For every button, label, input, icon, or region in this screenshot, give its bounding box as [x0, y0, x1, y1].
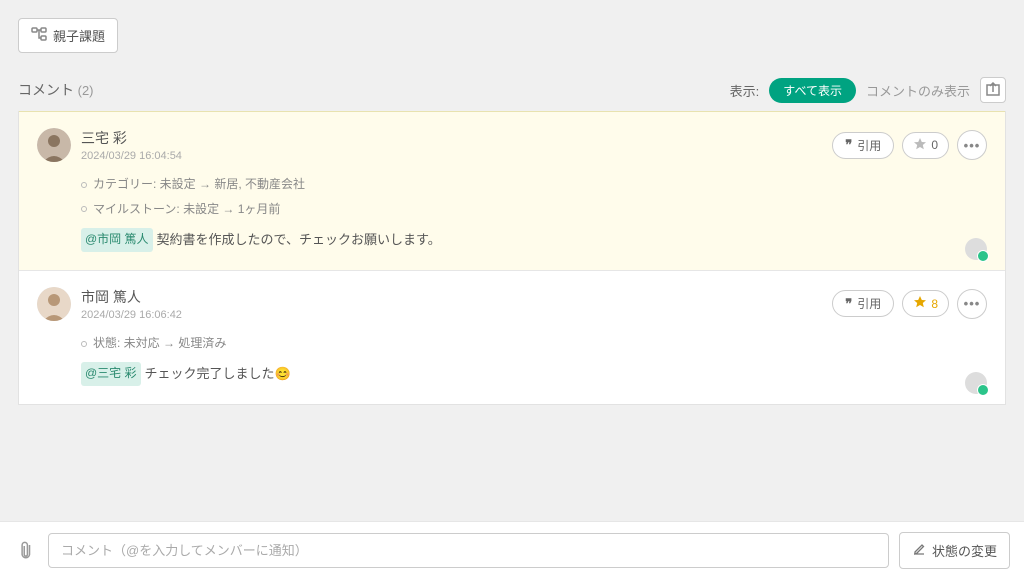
author-name[interactable]: 市岡 篤人	[81, 287, 822, 307]
comment-input[interactable]	[48, 533, 889, 568]
author-name[interactable]: 三宅 彩	[81, 128, 822, 148]
expand-button[interactable]	[980, 77, 1006, 103]
star-button[interactable]: 8	[902, 290, 949, 317]
star-icon	[913, 295, 927, 312]
mention[interactable]: @三宅 彩	[81, 362, 141, 386]
paperclip-icon	[12, 537, 40, 565]
quote-label: 引用	[857, 295, 881, 312]
pencil-icon	[912, 542, 926, 559]
status-change-button[interactable]: 状態の変更	[899, 532, 1010, 569]
bullet-icon	[81, 206, 87, 212]
timestamp: 2024/03/29 16:06:42	[81, 309, 822, 321]
avatar[interactable]	[37, 128, 71, 162]
expand-icon	[986, 82, 1000, 99]
comments-title: コメント	[18, 82, 74, 98]
tree-icon	[31, 27, 47, 44]
avatar[interactable]	[37, 287, 71, 321]
quote-label: 引用	[857, 137, 881, 154]
display-label: 表示:	[730, 81, 760, 100]
comments-header: コメント (2) 表示: すべて表示 コメントのみ表示	[0, 63, 1024, 111]
quote-button[interactable]: ❞ 引用	[832, 290, 894, 317]
mention[interactable]: @市岡 篤人	[81, 228, 153, 252]
comments-only-toggle[interactable]: コメントのみ表示	[866, 81, 970, 100]
quote-button[interactable]: ❞ 引用	[832, 132, 894, 159]
comment-item: 三宅 彩 2024/03/29 16:04:54 ❞ 引用 0 •••	[19, 111, 1005, 270]
more-icon: •••	[964, 296, 981, 311]
change-text: 状態: 未対応 → 処理済み	[93, 333, 226, 355]
change-text: マイルストーン: 未設定 → 1ヶ月前	[93, 199, 280, 221]
parent-child-issue-button[interactable]: 親子課題	[18, 18, 118, 53]
read-avatar[interactable]	[965, 372, 987, 394]
comment-message: チェック完了しました😊	[145, 362, 291, 385]
change-line: マイルストーン: 未設定 → 1ヶ月前	[81, 199, 987, 221]
change-text: カテゴリー: 未設定 → 新居, 不動産会社	[93, 174, 305, 196]
timestamp: 2024/03/29 16:04:54	[81, 150, 822, 162]
star-button[interactable]: 0	[902, 132, 949, 159]
comment-message: 契約書を作成したので、チェックお願いします。	[157, 228, 441, 251]
quote-icon: ❞	[845, 296, 852, 312]
star-icon	[913, 137, 927, 154]
show-all-toggle[interactable]: すべて表示	[769, 78, 856, 103]
bullet-icon	[81, 341, 87, 347]
star-count: 8	[931, 297, 938, 311]
comments-count: (2)	[78, 83, 94, 98]
bullet-icon	[81, 182, 87, 188]
comments-list: 三宅 彩 2024/03/29 16:04:54 ❞ 引用 0 •••	[18, 111, 1006, 405]
star-count: 0	[931, 138, 938, 152]
bottom-bar: 状態の変更	[0, 521, 1024, 579]
change-line: カテゴリー: 未設定 → 新居, 不動産会社	[81, 174, 987, 196]
attach-button[interactable]	[9, 534, 43, 568]
more-button[interactable]: •••	[957, 289, 987, 319]
more-button[interactable]: •••	[957, 130, 987, 160]
quote-icon: ❞	[845, 137, 852, 153]
more-icon: •••	[964, 138, 981, 153]
comment-item: 市岡 篤人 2024/03/29 16:06:42 ❞ 引用 8 •••	[19, 270, 1005, 404]
read-avatar[interactable]	[965, 238, 987, 260]
change-line: 状態: 未対応 → 処理済み	[81, 333, 987, 355]
parent-child-label: 親子課題	[53, 26, 105, 45]
status-change-label: 状態の変更	[932, 541, 997, 560]
